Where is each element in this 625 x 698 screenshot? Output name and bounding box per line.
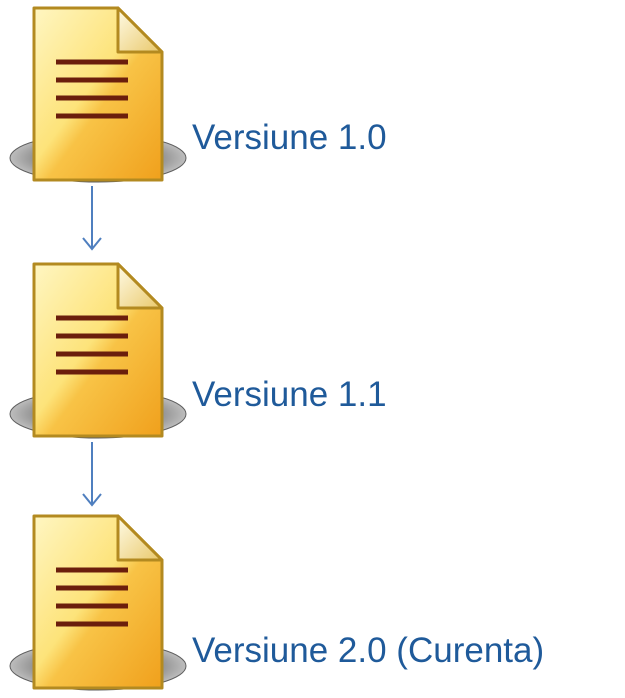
document-icon — [8, 0, 188, 190]
arrow-down-icon — [80, 186, 104, 252]
version-label-1-0: Versiune 1.0 — [192, 118, 387, 157]
version-label-1-1: Versiune 1.1 — [192, 375, 387, 414]
document-icon — [8, 256, 188, 446]
version-label-2-0-current: Versiune 2.0 (Curenta) — [192, 631, 545, 670]
arrow-down-icon — [80, 442, 104, 508]
document-icon — [8, 508, 188, 698]
